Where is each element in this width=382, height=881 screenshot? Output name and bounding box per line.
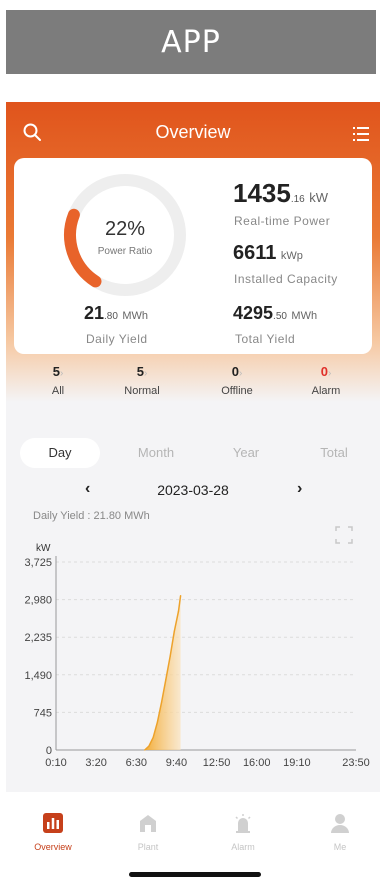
data-point: [161, 701, 163, 703]
status-normal-label: Normal: [124, 385, 160, 397]
power-ratio-label: Power Ratio: [97, 246, 153, 257]
data-point: [169, 656, 171, 658]
data-point: [180, 595, 182, 597]
tab-day[interactable]: Day: [20, 438, 100, 468]
data-point: [165, 678, 167, 680]
total-yield-value: 4295.50 MWh: [233, 303, 318, 323]
y-tick-label: 0: [46, 745, 52, 757]
installed-capacity-label: Installed Capacity: [234, 272, 338, 286]
status-alarm-label: Alarm: [311, 385, 341, 397]
top-bar: Overview: [6, 102, 380, 158]
x-tick-label: 9:40: [166, 757, 187, 769]
data-point: [152, 736, 154, 738]
data-point: [148, 745, 150, 747]
nav-alarm-label: Alarm: [231, 842, 255, 852]
installed-capacity-value: 6611 kWp: [233, 242, 303, 264]
x-tick-label: 3:20: [85, 757, 106, 769]
daily-yield-value: 21.80 MWh: [84, 303, 149, 323]
status-offline-count: 0: [231, 364, 239, 379]
nav-plant-label: Plant: [137, 842, 159, 852]
date-navigator: ‹ 2023-03-28 ›: [6, 480, 380, 504]
nav-overview[interactable]: Overview: [23, 812, 83, 852]
x-tick-label: 23:50: [342, 757, 370, 769]
next-date-icon[interactable]: ›: [297, 480, 302, 498]
power-chart: kW 3,725 2,980 2,235 1,490 745 00:10 3:20 6:30 9:…: [24, 543, 370, 769]
x-tick-label: 0:10: [45, 757, 66, 769]
menu-icon[interactable]: [353, 127, 369, 141]
status-alarm-count: 0: [320, 364, 328, 379]
y-tick-label: 745: [34, 707, 52, 719]
overview-card: 22% Power Ratio 1435.16 kW Real-time Pow…: [14, 158, 372, 354]
plant-icon: [140, 815, 156, 832]
app-banner: APP: [6, 10, 376, 74]
status-normal-count: 5: [136, 364, 144, 379]
selected-date[interactable]: 2023-03-28: [6, 482, 380, 498]
phone-screen: Overview 22% Power Ratio 1435.16 kW Real…: [6, 102, 380, 881]
status-all-count: 5: [52, 364, 60, 379]
power-ratio-percent: 22%: [104, 218, 146, 240]
data-point: [173, 630, 175, 632]
status-offline-label: Offline: [221, 385, 253, 397]
x-tick-label: 19:10: [283, 757, 311, 769]
person-icon: [331, 814, 349, 833]
series-area: [144, 595, 181, 750]
y-tick-label: 3,725: [24, 557, 52, 569]
chart-bars-icon: [43, 813, 63, 833]
tab-total[interactable]: Total: [294, 438, 374, 468]
status-summary: 5› All 5› Normal 0› Offline 0› Alarm: [6, 364, 380, 424]
x-tick-label: 6:30: [126, 757, 147, 769]
status-alarm[interactable]: 0› Alarm: [291, 364, 361, 397]
x-tick-label: 12:50: [203, 757, 231, 769]
realtime-power-value: 1435.16 kW: [233, 178, 328, 208]
data-point: [144, 749, 146, 751]
banner-label: APP: [161, 24, 221, 60]
y-tick-label: 1,490: [24, 670, 52, 682]
y-tick-label: 2,235: [24, 632, 52, 644]
daily-yield-text: Daily Yield : 21.80 MWh: [33, 510, 150, 522]
nav-me[interactable]: Me: [310, 812, 370, 852]
tab-month[interactable]: Month: [116, 438, 196, 468]
period-tabs: Day Month Year Total: [16, 438, 372, 468]
page-title: Overview: [155, 122, 231, 142]
data-point: [156, 721, 158, 723]
daily-yield-label: Daily Yield: [86, 332, 148, 346]
nav-alarm[interactable]: Alarm: [213, 812, 273, 852]
y-axis-label: kW: [36, 543, 51, 554]
tab-year[interactable]: Year: [206, 438, 286, 468]
nav-plant[interactable]: Plant: [118, 812, 178, 852]
alarm-icon: [235, 814, 251, 833]
status-normal[interactable]: 5› Normal: [107, 364, 177, 397]
nav-overview-label: Overview: [34, 842, 72, 852]
total-yield-label: Total Yield: [235, 332, 296, 346]
data-point: [177, 610, 180, 612]
status-all-label: All: [51, 385, 65, 397]
nav-me-label: Me: [333, 842, 347, 852]
status-offline[interactable]: 0› Offline: [202, 364, 272, 397]
x-tick-label: 16:00: [243, 757, 271, 769]
realtime-power-label: Real-time Power: [234, 214, 331, 228]
y-tick-label: 2,980: [24, 595, 52, 607]
bottom-nav: Overview Plant Alarm Me: [6, 792, 380, 881]
home-indicator: [129, 872, 261, 877]
status-all[interactable]: 5› All: [23, 364, 93, 397]
